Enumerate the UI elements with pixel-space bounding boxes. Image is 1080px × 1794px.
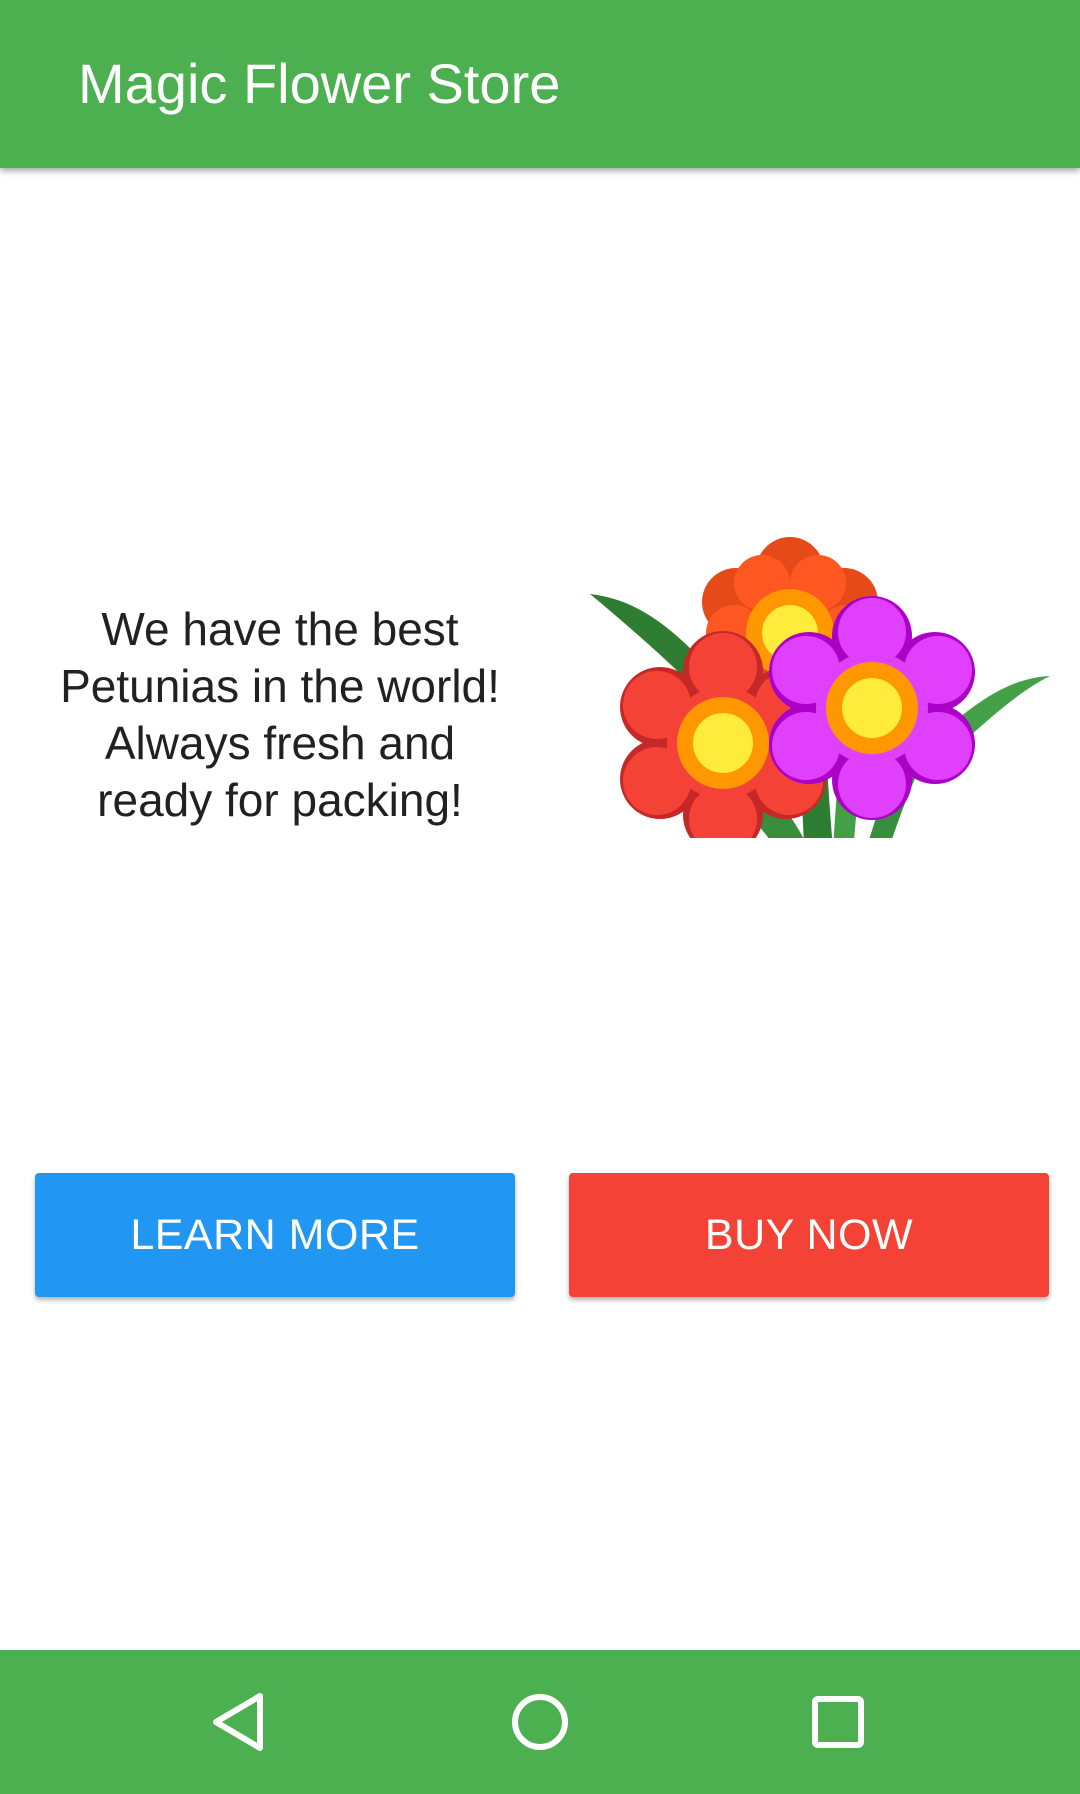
system-navigation-bar bbox=[0, 1650, 1080, 1794]
back-icon[interactable] bbox=[190, 1672, 290, 1772]
home-icon[interactable] bbox=[490, 1672, 590, 1772]
promo-line: Always fresh and bbox=[104, 717, 456, 769]
app-title: Magic Flower Store bbox=[78, 52, 561, 115]
app-bar: Magic Flower Store bbox=[0, 0, 1080, 168]
promo-line: We have the best bbox=[101, 603, 459, 655]
learn-more-button[interactable]: LEARN MORE bbox=[35, 1173, 515, 1297]
promo-line: Petunias in the world! bbox=[60, 660, 500, 712]
main-content: We have the best Petunias in the world! … bbox=[0, 168, 1080, 1650]
promo-line: ready for packing! bbox=[97, 774, 463, 826]
promo-text: We have the best Petunias in the world! … bbox=[30, 601, 530, 829]
flower-bouquet-icon bbox=[590, 537, 1050, 838]
buy-now-button[interactable]: BUY NOW bbox=[569, 1173, 1049, 1297]
recents-icon[interactable] bbox=[788, 1672, 888, 1772]
